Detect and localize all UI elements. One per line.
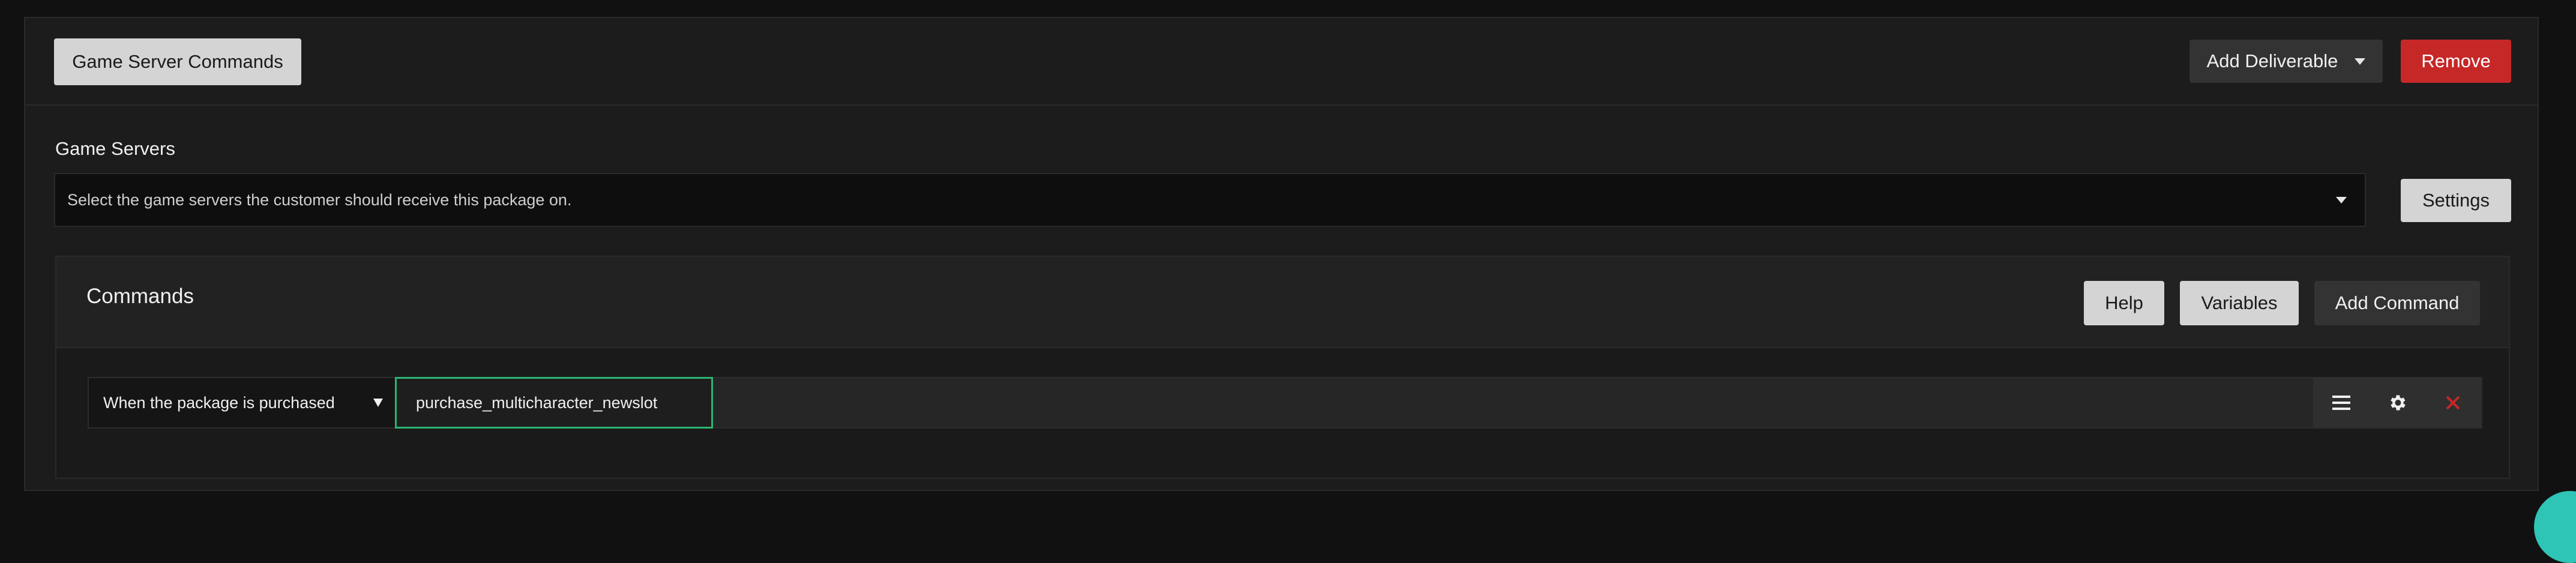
commands-title: Commands (86, 285, 194, 308)
trigger-label: When the package is purchased (103, 393, 335, 412)
triangle-down-icon (373, 399, 383, 407)
deliverable-header: Game Server Commands Add Deliverable Rem… (25, 18, 2538, 106)
add-command-button[interactable]: Add Command (2314, 281, 2480, 325)
chat-launcher-button[interactable] (2534, 491, 2576, 563)
help-button[interactable]: Help (2084, 281, 2164, 325)
commands-section: Commands Help Variables Add Command When… (55, 256, 2510, 479)
game-servers-label: Game Servers (55, 138, 175, 159)
trigger-select[interactable]: When the package is purchased (89, 378, 395, 427)
add-deliverable-label: Add Deliverable (2206, 50, 2338, 71)
command-input[interactable] (395, 377, 713, 429)
game-servers-select[interactable]: Select the game servers the customer sho… (54, 173, 2366, 227)
chevron-down-icon (2336, 197, 2347, 203)
deliverable-type-button[interactable]: Game Server Commands (54, 38, 301, 85)
command-row: When the package is purchased (88, 377, 2482, 429)
remove-button[interactable]: Remove (2401, 40, 2511, 83)
row-actions (2313, 378, 2481, 427)
close-icon[interactable] (2435, 385, 2471, 421)
game-servers-placeholder: Select the game servers the customer sho… (67, 190, 572, 209)
gear-icon[interactable] (2379, 385, 2415, 421)
variables-button[interactable]: Variables (2180, 281, 2299, 325)
menu-icon[interactable] (2323, 385, 2359, 421)
add-deliverable-button[interactable]: Add Deliverable (2189, 40, 2383, 83)
commands-header: Commands Help Variables Add Command (56, 257, 2509, 348)
deliverable-panel: Game Server Commands Add Deliverable Rem… (24, 17, 2539, 491)
settings-button[interactable]: Settings (2401, 179, 2511, 222)
caret-down-icon (2355, 58, 2366, 65)
